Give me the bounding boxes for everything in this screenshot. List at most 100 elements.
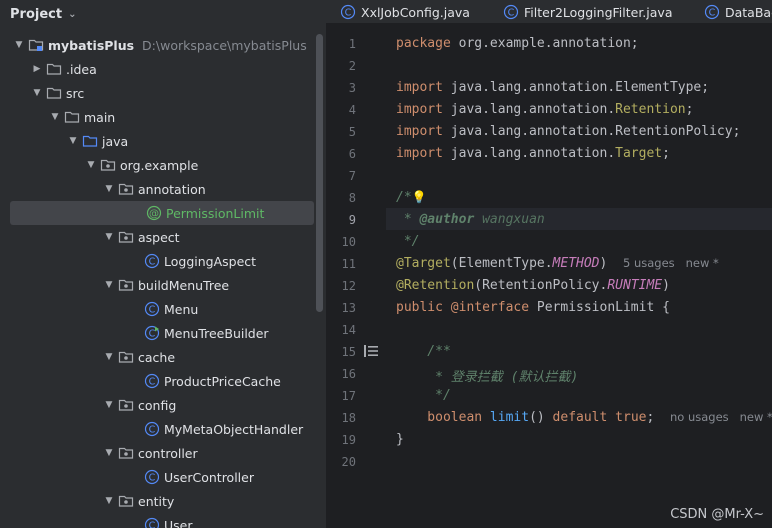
tree-item-annotation[interactable]: ▼ annotation	[0, 177, 316, 201]
code-line-18: boolean limit() default true; no usages …	[396, 410, 772, 425]
line-number: 17	[341, 389, 356, 403]
chevron-down-icon[interactable]: ▼	[84, 160, 98, 170]
tree-item-user[interactable]: C User	[0, 513, 316, 528]
tree-item-mymetaobjecthandler[interactable]: C MyMetaObjectHandler	[0, 417, 316, 441]
chevron-down-icon[interactable]: ▼	[102, 448, 116, 458]
tree-item-loggingaspect[interactable]: C LoggingAspect	[0, 249, 316, 273]
chevron-down-icon[interactable]: ▼	[102, 400, 116, 410]
editor-tab-bar: C XxlJobConfig.java C Filter2LoggingFilt…	[326, 0, 772, 24]
class-icon: C	[144, 301, 160, 317]
svg-text:C: C	[149, 377, 156, 388]
tree-item-src[interactable]: ▼ src	[0, 81, 316, 105]
line-number: 13	[341, 301, 356, 315]
tab-databac[interactable]: C DataBac	[704, 0, 772, 24]
code-line-3: import java.lang.annotation.ElementType;	[396, 80, 710, 95]
chevron-down-icon[interactable]: ▼	[102, 496, 116, 506]
project-scrollbar[interactable]	[316, 34, 323, 312]
chevron-down-icon[interactable]: ▼	[102, 232, 116, 242]
project-panel: Project ⌄ ▼ mybatisPlus D:\workspace\myb…	[0, 0, 326, 528]
package-icon	[118, 229, 134, 245]
tree-item-java[interactable]: ▼ java	[0, 129, 316, 153]
folder-icon	[64, 109, 80, 125]
svg-text:C: C	[149, 305, 156, 316]
tree-item-label: src	[66, 85, 85, 101]
tree-item-entity[interactable]: ▼ entity	[0, 489, 316, 513]
line-number: 18	[341, 411, 356, 425]
line-number: 11	[341, 257, 356, 271]
tree-item-label: mybatisPlus	[48, 37, 135, 53]
tree-item-label: LoggingAspect	[164, 253, 257, 269]
tree-item-productpricecache[interactable]: C ProductPriceCache	[0, 369, 316, 393]
implemented-gutter-icon[interactable]	[364, 345, 378, 357]
usages-hint[interactable]: 5 usages new *	[623, 256, 719, 270]
package-icon	[118, 445, 134, 461]
chevron-down-icon[interactable]: ▼	[66, 136, 80, 146]
line-number: 19	[341, 433, 356, 447]
tree-item-main[interactable]: ▼ main	[0, 105, 316, 129]
tree-item-aspect[interactable]: ▼ aspect	[0, 225, 316, 249]
tree-item-org-example[interactable]: ▼ org.example	[0, 153, 316, 177]
chevron-right-icon[interactable]: ▶	[30, 64, 44, 74]
chevron-down-icon[interactable]: ▼	[102, 280, 116, 290]
chevron-down-icon[interactable]: ▼	[48, 112, 62, 122]
tree-item-menu[interactable]: C Menu	[0, 297, 316, 321]
tree-item-idea[interactable]: ▶ .idea	[0, 57, 316, 81]
line-number: 4	[348, 103, 356, 117]
line-number: 1	[348, 37, 356, 51]
tree-item-usercontroller[interactable]: C UserController	[0, 465, 316, 489]
class-icon: C	[503, 4, 519, 20]
tree-item-mybatisplus[interactable]: ▼ mybatisPlus D:\workspace\mybatisPlus	[0, 33, 316, 57]
svg-text:C: C	[149, 329, 156, 340]
svg-text:C: C	[149, 521, 156, 528]
svg-text:C: C	[345, 8, 352, 19]
class-icon: C	[340, 4, 356, 20]
watermark: CSDN @Mr-X~	[670, 507, 764, 522]
project-view-selector[interactable]: Project ⌄	[0, 0, 326, 28]
line-number: 6	[348, 147, 356, 161]
tree-item-config[interactable]: ▼ config	[0, 393, 316, 417]
module-folder-icon	[28, 37, 44, 53]
class-icon: C	[144, 469, 160, 485]
chevron-down-icon[interactable]: ▼	[12, 40, 26, 50]
folder-icon	[46, 61, 62, 77]
code-line-19: }	[396, 432, 404, 447]
tree-item-cache[interactable]: ▼ cache	[0, 345, 316, 369]
tree-item-label: ProductPriceCache	[164, 373, 281, 389]
code-line-13: public @interface PermissionLimit {	[396, 300, 670, 315]
tree-item-label: buildMenuTree	[138, 277, 230, 293]
line-number: 5	[348, 125, 356, 139]
tab-xxljobconfig[interactable]: C XxlJobConfig.java	[340, 0, 470, 24]
tree-item-permissionlimit[interactable]: @ PermissionLimit	[10, 201, 314, 225]
code-editor[interactable]: 1 2 3 4 5 6 7 8 9 10 11 12 13 14 15 16 1…	[326, 34, 772, 528]
package-icon	[118, 349, 134, 365]
tree-item-label: aspect	[138, 229, 180, 245]
svg-text:C: C	[709, 8, 716, 19]
tree-item-buildmenutree[interactable]: ▼ buildMenuTree	[0, 273, 316, 297]
usages-hint[interactable]: no usages new *	[670, 410, 772, 424]
tree-item-label: controller	[138, 445, 198, 461]
tab-label: Filter2LoggingFilter.java	[524, 4, 673, 20]
code-line-6: import java.lang.annotation.Target;	[396, 146, 670, 161]
tree-item-controller[interactable]: ▼ controller	[0, 441, 316, 465]
tab-label: DataBac	[725, 4, 772, 20]
line-number: 9	[348, 213, 356, 227]
tree-item-label: UserController	[164, 469, 254, 485]
line-number: 12	[341, 279, 356, 293]
package-icon	[118, 493, 134, 509]
tree-item-label: entity	[138, 493, 175, 509]
source-folder-icon	[82, 133, 98, 149]
chevron-down-icon[interactable]: ▼	[30, 88, 44, 98]
tree-item-label: annotation	[138, 181, 206, 197]
chevron-down-icon[interactable]: ▼	[102, 184, 116, 194]
annotation-icon: @	[146, 205, 162, 221]
tree-item-menutreebuilder[interactable]: C MenuTreeBuilder	[0, 321, 316, 345]
tree-item-label: MenuTreeBuilder	[164, 325, 269, 341]
class-icon: C	[144, 253, 160, 269]
lightbulb-icon[interactable]: 💡	[412, 190, 427, 204]
code-line-1: package org.example.annotation;	[396, 36, 639, 51]
tab-filter2loggingfilter[interactable]: C Filter2LoggingFilter.java	[503, 0, 672, 24]
tree-item-label: User	[164, 517, 193, 528]
class-icon: C	[144, 373, 160, 389]
chevron-down-icon[interactable]: ▼	[102, 352, 116, 362]
chevron-down-icon[interactable]: ⌄	[68, 9, 76, 20]
